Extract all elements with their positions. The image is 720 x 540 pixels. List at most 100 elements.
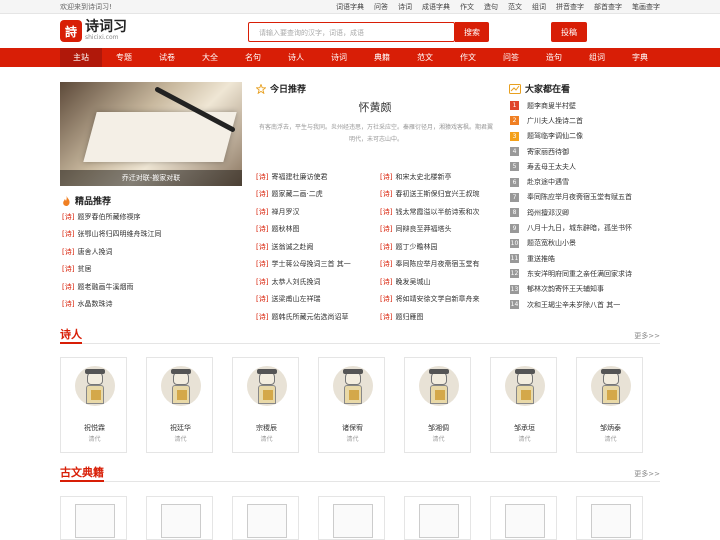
- list-item[interactable]: 4 寄家丽西待御: [510, 144, 660, 159]
- classic-card[interactable]: [146, 496, 213, 540]
- poet-card[interactable]: 祝廷华 清代: [146, 357, 213, 453]
- list-item[interactable]: 11 重送推皓: [510, 251, 660, 266]
- top-link[interactable]: 词语字典: [336, 2, 364, 12]
- poet-card[interactable]: 祝悦霖 清代: [60, 357, 127, 453]
- list-item[interactable]: 7 奉同陈应举月夜斋宿玉堂有赋五首: [510, 190, 660, 205]
- nav-item[interactable]: 试卷: [146, 48, 188, 67]
- logo-icon: 詩: [60, 20, 82, 42]
- poem-title[interactable]: 怀黄颇: [310, 99, 440, 115]
- list-item[interactable]: [诗] 将如靖安徐文学自新章舟来: [380, 291, 498, 309]
- nav-item[interactable]: 专题: [103, 48, 145, 67]
- list-item-label: 题李商叟半村壁: [527, 101, 576, 110]
- nav-item[interactable]: 典籍: [361, 48, 403, 67]
- classic-cover: [161, 504, 201, 538]
- search-input[interactable]: 请输入要查询的汉字，词语，成语: [248, 22, 455, 42]
- list-item[interactable]: 10 题范宽秋山小景: [510, 236, 660, 251]
- top-link[interactable]: 成语字典: [422, 2, 450, 12]
- poets-more-link[interactable]: 更多>>: [634, 331, 660, 341]
- site-logo[interactable]: 詩 诗词习 shicixi.com: [60, 20, 127, 42]
- poet-card[interactable]: 邹承垣 清代: [490, 357, 557, 453]
- list-item-label: 奉同陈应举月夜斋宿玉堂有: [395, 260, 480, 269]
- poet-card[interactable]: 宗稷辰 清代: [232, 357, 299, 453]
- list-item[interactable]: [诗] 题秋林图: [256, 221, 374, 239]
- poet-dynasty: 清代: [346, 436, 359, 443]
- list-item[interactable]: 3 题驾临李调仙二像: [510, 129, 660, 144]
- list-item[interactable]: 1 题李商叟半村壁: [510, 98, 660, 113]
- nav-item[interactable]: 诗词: [318, 48, 360, 67]
- list-item[interactable]: [诗] 春初送王斯保归宜兴王叔琬: [380, 186, 498, 204]
- list-item[interactable]: [诗] 钱太常霞溢以半舫诗索和次: [380, 203, 498, 221]
- list-item[interactable]: [诗] 太恭人刘氏挽词: [256, 273, 374, 291]
- list-item[interactable]: 8 筠州擅邓汉卿: [510, 205, 660, 220]
- nav-item[interactable]: 主站: [60, 48, 102, 67]
- list-item[interactable]: [诗] 送梁甫山左祥瑞: [256, 291, 374, 309]
- nav-item[interactable]: 大全: [189, 48, 231, 67]
- classic-card[interactable]: [404, 496, 471, 540]
- poem-tag: [诗]: [256, 295, 269, 304]
- list-item[interactable]: [诗] 贫居: [62, 261, 242, 279]
- rank-number: 8: [510, 208, 519, 218]
- list-item[interactable]: 14 次和王朅尘辛未岁除八首 其一: [510, 297, 660, 312]
- poet-card[interactable]: 邹炳泰 清代: [576, 357, 643, 453]
- classic-card[interactable]: [490, 496, 557, 540]
- nav-item[interactable]: 字典: [619, 48, 661, 67]
- top-link[interactable]: 问答: [374, 2, 388, 12]
- star-icon: [256, 83, 266, 94]
- list-item[interactable]: 2 广川夫人挽诗二首: [510, 113, 660, 128]
- list-item[interactable]: 9 八月十九日，城东辟暗，孤坐书怀: [510, 220, 660, 235]
- top-link[interactable]: 作文: [460, 2, 474, 12]
- list-item[interactable]: [诗] 禅月罗汉: [256, 203, 374, 221]
- list-item[interactable]: [诗] 和宋太史北楼新亭: [380, 168, 498, 186]
- top-link[interactable]: 组词: [532, 2, 546, 12]
- poet-card[interactable]: 邹湘倜 清代: [404, 357, 471, 453]
- poet-card[interactable]: 诸保宥 清代: [318, 357, 385, 453]
- classic-card[interactable]: [318, 496, 385, 540]
- list-item[interactable]: [诗] 奉同陈应举月夜斋宿玉堂有: [380, 256, 498, 274]
- list-item[interactable]: [诗] 水晶数珠诗: [62, 296, 242, 314]
- classic-card[interactable]: [576, 496, 643, 540]
- search-button[interactable]: 搜索: [455, 22, 489, 42]
- list-item[interactable]: [诗] 寄福建杜廉访使君: [256, 168, 374, 186]
- feature-banner[interactable]: 乔迁对联-搬家对联: [60, 82, 242, 186]
- list-item[interactable]: [诗] 同辩良至莽福塔头: [380, 221, 498, 239]
- poem-tag: [诗]: [256, 260, 269, 269]
- top-bar: 欢迎来到诗词习! 词语字典 问答 诗词 成语字典 作文 造句 范文 组词 拼音查…: [0, 0, 720, 14]
- top-link[interactable]: 诗词: [398, 2, 412, 12]
- list-item[interactable]: [诗] 题归雁图: [380, 308, 498, 326]
- list-item-label: 张鄂山将归四明维舟珠江同: [77, 230, 162, 239]
- poet-avatar: [247, 366, 287, 406]
- nav-item[interactable]: 名句: [232, 48, 274, 67]
- nav-item[interactable]: 组词: [576, 48, 618, 67]
- list-item-label: 贫居: [77, 265, 92, 274]
- nav-item[interactable]: 造句: [533, 48, 575, 67]
- nav-item[interactable]: 诗人: [275, 48, 317, 67]
- top-link[interactable]: 造句: [484, 2, 498, 12]
- classic-card[interactable]: [60, 496, 127, 540]
- list-item[interactable]: 6 赴京途中遇雪: [510, 174, 660, 189]
- nav-item[interactable]: 作文: [447, 48, 489, 67]
- list-item[interactable]: 13 郁林次韵寄怀王天辅知事: [510, 282, 660, 297]
- list-item[interactable]: [诗] 题韩氏所藏元佑选尚诏草: [256, 308, 374, 326]
- poet-dynasty: 清代: [174, 436, 187, 443]
- list-item[interactable]: [诗] 题家藏二画·二虎: [256, 186, 374, 204]
- list-item[interactable]: [诗] 张鄂山将归四明维舟珠江同: [62, 226, 242, 244]
- classics-more-link[interactable]: 更多>>: [634, 469, 660, 479]
- list-item[interactable]: [诗] 送翁诚之赴阙: [256, 238, 374, 256]
- nav-item[interactable]: 范文: [404, 48, 446, 67]
- top-link[interactable]: 笔画查字: [632, 2, 660, 12]
- list-item[interactable]: [诗] 晚发吴城山: [380, 273, 498, 291]
- submit-button[interactable]: 投稿: [551, 22, 587, 42]
- list-item[interactable]: [诗] 题罗春伯所藏修禊序: [62, 208, 242, 226]
- nav-item[interactable]: 问答: [490, 48, 532, 67]
- list-item[interactable]: [诗] 题丁少瞻林园: [380, 238, 498, 256]
- top-link[interactable]: 拼音查字: [556, 2, 584, 12]
- poet-name: 祝廷华: [170, 424, 191, 432]
- list-item[interactable]: [诗] 题老融画牛溪烟雨: [62, 278, 242, 296]
- top-link[interactable]: 范文: [508, 2, 522, 12]
- list-item[interactable]: [诗] 学士蒋公母挽词三首 其一: [256, 256, 374, 274]
- top-link[interactable]: 部首查字: [594, 2, 622, 12]
- list-item[interactable]: 12 东安洋明府同重之亲任满回家求诗: [510, 266, 660, 281]
- list-item[interactable]: [诗] 唐舍人挽词: [62, 243, 242, 261]
- list-item[interactable]: 5 寿孟母王太夫人: [510, 159, 660, 174]
- classic-card[interactable]: [232, 496, 299, 540]
